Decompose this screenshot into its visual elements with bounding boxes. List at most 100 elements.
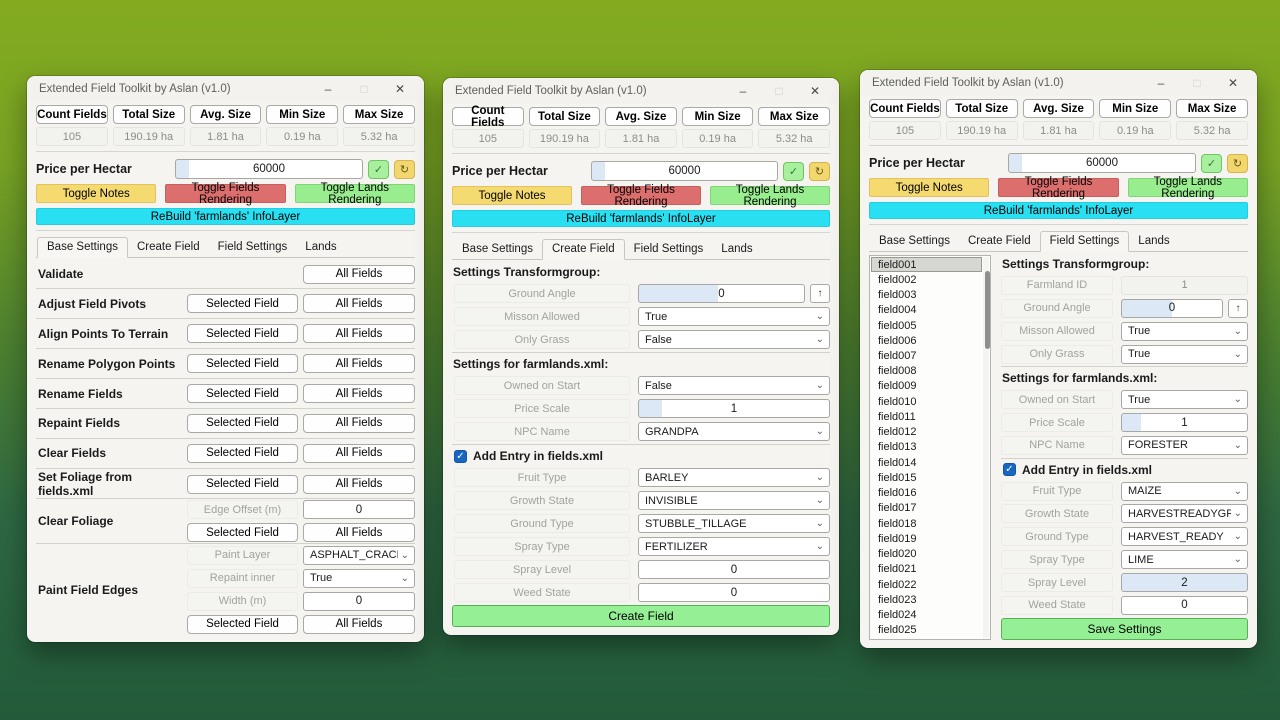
toggle-notes-button[interactable]: Toggle Notes [36, 184, 156, 203]
list-item[interactable]: field015 [871, 470, 982, 485]
dropdown[interactable]: FERTILIZER⌄ [638, 537, 830, 556]
max-size-button[interactable]: Max Size [758, 107, 830, 126]
selected-field-button[interactable]: Selected Field [187, 523, 298, 542]
dropdown[interactable]: False⌄ [638, 330, 830, 349]
dropdown[interactable]: STUBBLE_TILLAGE⌄ [638, 514, 830, 533]
list-item[interactable]: field023 [871, 592, 982, 607]
close-icon[interactable]: ✕ [382, 77, 418, 101]
all-fields-button[interactable]: All Fields [303, 444, 415, 463]
dropdown[interactable]: True⌄ [638, 307, 830, 326]
all-fields-button[interactable]: All Fields [303, 414, 415, 433]
list-item[interactable]: field013 [871, 440, 982, 455]
value-input[interactable]: 0 [303, 592, 415, 611]
selected-field-button[interactable]: Selected Field [187, 615, 298, 634]
tab-field-settings[interactable]: Field Settings [1040, 231, 1130, 252]
selected-field-button[interactable]: Selected Field [187, 475, 298, 494]
list-item[interactable]: field020 [871, 546, 982, 561]
selected-field-button[interactable]: Selected Field [187, 354, 298, 373]
dropdown[interactable]: GRANDPA⌄ [638, 422, 830, 441]
field-list[interactable]: field001field002field003field004field005… [869, 255, 991, 640]
list-item[interactable]: field017 [871, 501, 982, 516]
list-item[interactable]: field006 [871, 333, 982, 348]
toggle-fields-rendering-button[interactable]: Toggle Fields Rendering [165, 184, 285, 203]
toggle-notes-button[interactable]: Toggle Notes [869, 178, 989, 197]
selected-field-button[interactable]: Selected Field [187, 294, 298, 313]
list-item[interactable]: field012 [871, 425, 982, 440]
price-per-hectar-input[interactable]: 60000 [1008, 153, 1196, 173]
value-input[interactable]: 0 [303, 500, 415, 519]
list-item[interactable]: field005 [871, 318, 982, 333]
confirm-price-button[interactable]: ✓ [1201, 154, 1222, 173]
max-size-button[interactable]: Max Size [343, 105, 415, 124]
dropdown[interactable]: HARVESTREADYGREEN⌄ [1121, 504, 1248, 523]
tab-lands[interactable]: Lands [296, 238, 345, 257]
min-size-button[interactable]: Min Size [682, 107, 754, 126]
increment-button[interactable]: ↑ [810, 284, 830, 303]
tab-lands[interactable]: Lands [1129, 232, 1178, 251]
all-fields-button[interactable]: All Fields [303, 475, 415, 494]
scrollbar-thumb[interactable] [985, 271, 990, 349]
dropdown[interactable]: HARVEST_READY⌄ [1121, 527, 1248, 546]
create-field-button[interactable]: Create Field [452, 605, 830, 627]
list-item[interactable]: field011 [871, 409, 982, 424]
toggle-lands-rendering-button[interactable]: Toggle Lands Rendering [1128, 178, 1248, 197]
confirm-price-button[interactable]: ✓ [783, 162, 804, 181]
tab-create-field[interactable]: Create Field [128, 238, 209, 257]
dropdown[interactable]: LIME⌄ [1121, 550, 1248, 569]
list-item[interactable]: field016 [871, 486, 982, 501]
add-entry-checkbox[interactable]: ✓ [454, 450, 467, 463]
min-size-button[interactable]: Min Size [266, 105, 338, 124]
dropdown[interactable]: True⌄ [1121, 322, 1248, 341]
list-item[interactable]: field002 [871, 272, 982, 287]
selected-field-button[interactable]: Selected Field [187, 414, 298, 433]
list-item[interactable]: field018 [871, 516, 982, 531]
minimize-icon[interactable]: – [1143, 71, 1179, 95]
value-input[interactable]: 2 [1121, 573, 1248, 592]
titlebar[interactable]: Extended Field Toolkit by Aslan (v1.0) –… [443, 78, 839, 104]
reset-price-button[interactable]: ↻ [1227, 154, 1248, 173]
dropdown[interactable]: True⌄ [1121, 345, 1248, 364]
count-fields-button[interactable]: Count Fields [452, 107, 524, 126]
total-size-button[interactable]: Total Size [113, 105, 185, 124]
list-item[interactable]: field010 [871, 394, 982, 409]
tab-field-settings[interactable]: Field Settings [625, 240, 713, 259]
value-input[interactable]: 0 [1121, 596, 1248, 615]
toggle-fields-rendering-button[interactable]: Toggle Fields Rendering [998, 178, 1118, 197]
tab-field-settings[interactable]: Field Settings [209, 238, 297, 257]
count-fields-button[interactable]: Count Fields [869, 99, 941, 118]
list-item[interactable]: field021 [871, 562, 982, 577]
avg-size-button[interactable]: Avg. Size [1023, 99, 1095, 118]
tab-base-settings[interactable]: Base Settings [453, 240, 542, 259]
dropdown[interactable]: True⌄ [303, 569, 415, 588]
tab-base-settings[interactable]: Base Settings [870, 232, 959, 251]
rebuild-farmlands-infolayer-button[interactable]: ReBuild 'farmlands' InfoLayer [869, 202, 1248, 219]
all-fields-button[interactable]: All Fields [303, 354, 415, 373]
value-input[interactable]: 1 [638, 399, 830, 418]
list-item[interactable]: field025 [871, 623, 982, 638]
toggle-lands-rendering-button[interactable]: Toggle Lands Rendering [295, 184, 415, 203]
list-item[interactable]: field019 [871, 531, 982, 546]
toggle-fields-rendering-button[interactable]: Toggle Fields Rendering [581, 186, 701, 205]
all-fields-button[interactable]: All Fields [303, 523, 415, 542]
tab-create-field[interactable]: Create Field [542, 239, 625, 260]
dropdown[interactable]: True⌄ [1121, 390, 1248, 409]
all-fields-button[interactable]: All Fields [303, 324, 415, 343]
total-size-button[interactable]: Total Size [529, 107, 601, 126]
price-per-hectar-input[interactable]: 60000 [591, 161, 778, 181]
min-size-button[interactable]: Min Size [1099, 99, 1171, 118]
dropdown[interactable]: BARLEY⌄ [638, 468, 830, 487]
avg-size-button[interactable]: Avg. Size [605, 107, 677, 126]
rebuild-farmlands-infolayer-button[interactable]: ReBuild 'farmlands' InfoLayer [36, 208, 415, 225]
all-fields-button[interactable]: All Fields [303, 615, 415, 634]
total-size-button[interactable]: Total Size [946, 99, 1018, 118]
list-item[interactable]: field014 [871, 455, 982, 470]
minimize-icon[interactable]: – [310, 77, 346, 101]
selected-field-button[interactable]: Selected Field [187, 384, 298, 403]
dropdown[interactable]: FORESTER⌄ [1121, 436, 1248, 455]
reset-price-button[interactable]: ↻ [809, 162, 830, 181]
count-fields-button[interactable]: Count Fields [36, 105, 108, 124]
tab-create-field[interactable]: Create Field [959, 232, 1040, 251]
titlebar[interactable]: Extended Field Toolkit by Aslan (v1.0) –… [27, 76, 424, 102]
value-input[interactable]: 0 [638, 583, 830, 602]
all-fields-button[interactable]: All Fields [303, 384, 415, 403]
